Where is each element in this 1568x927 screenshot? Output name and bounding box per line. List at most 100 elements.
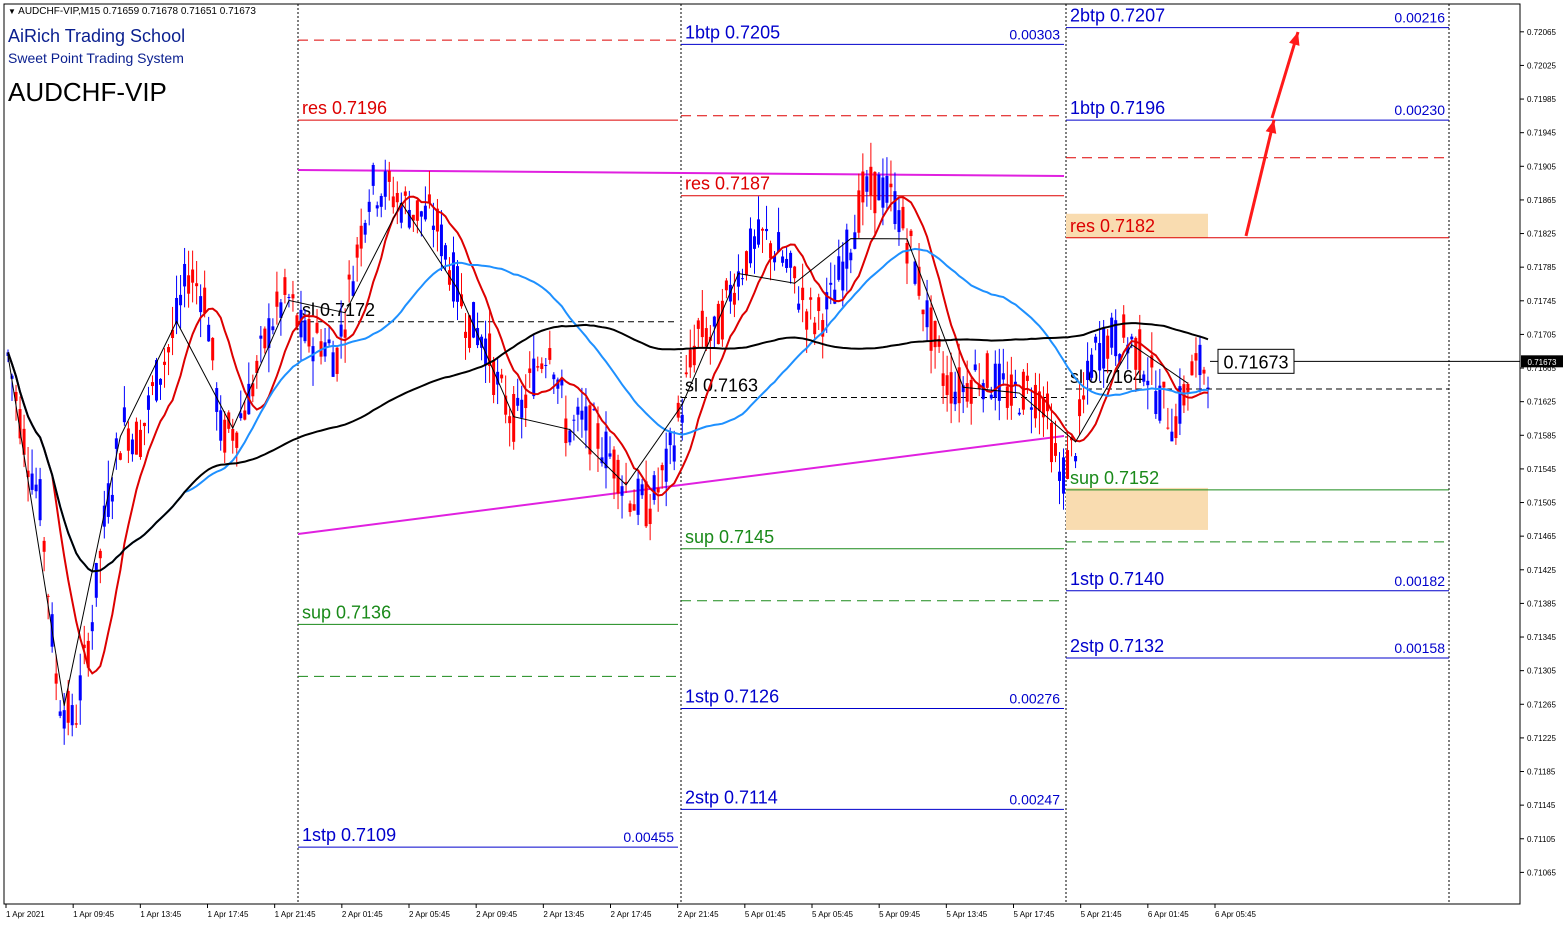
bear-candle: [700, 310, 704, 338]
x-tick-label: 6 Apr 05:45: [1215, 910, 1256, 919]
bear-candle: [343, 329, 347, 338]
bull-candle: [765, 228, 769, 232]
current-price-box: 0.71673: [1217, 348, 1295, 374]
bull-candle: [1074, 455, 1078, 462]
x-tick-label: 1 Apr 13:45: [140, 910, 181, 919]
x-tick-label: 5 Apr 21:45: [1081, 910, 1122, 919]
bull-candle: [532, 358, 536, 397]
bear-candle: [387, 170, 391, 182]
bull-candle: [383, 171, 387, 197]
target-label: 1stp 0.7140: [1070, 569, 1164, 589]
bear-candle: [805, 311, 809, 330]
x-tick-label: 2 Apr 17:45: [611, 910, 652, 919]
bear-candle: [684, 372, 688, 375]
pips-label: 0.00455: [623, 829, 674, 845]
x-tick-label: 6 Apr 01:45: [1148, 910, 1189, 919]
bull-candle: [636, 478, 640, 515]
res-label: res 0.7182: [1070, 216, 1155, 236]
y-tick-label: 0.71385: [1527, 599, 1556, 608]
bear-candle: [138, 429, 142, 458]
bear-candle: [732, 292, 736, 305]
bear-candle: [335, 347, 339, 374]
bull-candle: [439, 224, 443, 257]
bear-candle: [909, 230, 913, 237]
bear-candle: [720, 300, 724, 340]
bear-candle: [415, 200, 419, 221]
target-label: 2stp 0.7114: [685, 787, 778, 807]
bear-candle: [965, 383, 969, 402]
bear-candle: [817, 297, 821, 312]
bull-candle: [885, 176, 889, 203]
bull-candle: [239, 413, 243, 419]
y-tick-label: 0.72025: [1527, 61, 1556, 70]
bear-candle: [588, 405, 592, 455]
bull-candle: [668, 432, 672, 446]
bull-candle: [472, 302, 476, 338]
target-label: 1btp 0.7205: [685, 22, 780, 42]
target-label: 1btp 0.7196: [1070, 98, 1165, 118]
bull-candle: [367, 201, 371, 212]
price-chart[interactable]: 0.72065 0.72025 0.71985 0.71945 0.71905 0.718…: [0, 0, 1568, 927]
bull-candle: [993, 363, 997, 398]
bull-candle: [34, 484, 38, 492]
bear-candle: [403, 191, 407, 196]
bull-candle: [1017, 412, 1021, 415]
ohlc-header: ▼ AUDCHF-VIP,M15 0.71659 0.71678 0.71651…: [8, 6, 256, 17]
bear-candle: [809, 297, 813, 300]
bull-candle: [1090, 354, 1094, 378]
bull-candle: [1062, 457, 1066, 494]
y-tick-label: 0.71945: [1527, 129, 1556, 138]
y-tick-label: 0.71545: [1527, 465, 1556, 474]
bull-candle: [351, 281, 355, 296]
x-tick-label: 2 Apr 05:45: [409, 910, 450, 919]
bull-candle: [207, 324, 211, 342]
bull-candle: [781, 256, 785, 263]
bull-candle: [881, 177, 885, 208]
y-tick-label: 0.71265: [1527, 700, 1556, 709]
bear-candle: [167, 347, 171, 353]
bear-candle: [195, 283, 199, 287]
y-tick-label: 0.71985: [1527, 95, 1556, 104]
bear-candle: [223, 419, 227, 453]
bull-candle: [303, 320, 307, 342]
bear-candle: [468, 315, 472, 348]
level-zone: [1066, 487, 1208, 530]
bull-candle: [877, 174, 881, 201]
bull-candle: [175, 297, 179, 324]
bear-candle: [1194, 353, 1198, 361]
bear-candle: [126, 428, 130, 451]
bull-candle: [219, 410, 223, 441]
bull-candle: [259, 335, 263, 339]
pips-label: 0.00158: [1394, 640, 1445, 656]
bull-candle: [375, 205, 379, 209]
bull-candle: [544, 364, 548, 366]
bear-candle: [464, 331, 468, 338]
bull-candle: [516, 397, 520, 406]
bear-candle: [1025, 375, 1029, 381]
x-tick-label: 2 Apr 13:45: [543, 910, 584, 919]
bear-candle: [628, 503, 632, 513]
bull-candle: [576, 406, 580, 415]
bear-candle: [1166, 427, 1170, 429]
bull-candle: [841, 261, 845, 291]
dropdown-triangle-icon[interactable]: ▼: [8, 7, 16, 16]
bear-candle: [536, 366, 540, 368]
bear-candle: [1174, 416, 1178, 439]
bear-candle: [696, 320, 700, 329]
bear-candle: [905, 242, 909, 264]
bear-candle: [118, 453, 122, 460]
bull-candle: [38, 479, 42, 521]
y-tick-label: 0.71225: [1527, 734, 1556, 743]
bear-candle: [528, 368, 532, 373]
y-tick-label: 0.71065: [1527, 868, 1556, 877]
bull-candle: [271, 326, 275, 331]
bear-candle: [395, 192, 399, 203]
sup-label: sup 0.7136: [302, 602, 391, 622]
bull-candle: [997, 363, 1001, 401]
bull-candle: [740, 278, 744, 280]
bear-candle: [929, 307, 933, 351]
bull-candle: [146, 395, 150, 410]
bull-candle: [407, 209, 411, 228]
bull-candle: [829, 282, 833, 285]
y-axis: 0.72065 0.72025 0.71985 0.71945 0.71905 0.718…: [1520, 28, 1556, 877]
